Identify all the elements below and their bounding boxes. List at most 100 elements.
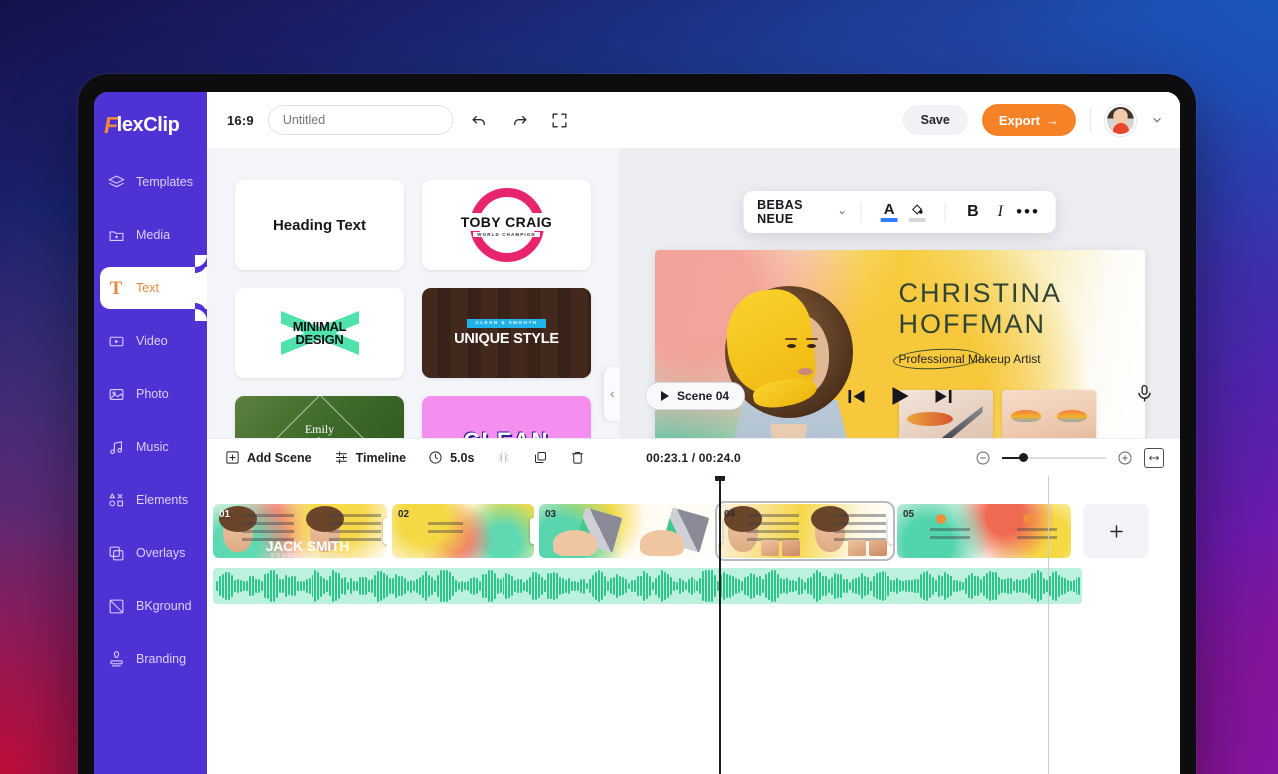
skip-previous-icon[interactable] xyxy=(848,389,865,404)
panel-collapse-handle[interactable] xyxy=(604,367,620,421)
clip-duration-label: 5.0s xyxy=(450,450,475,465)
split-clip-button[interactable] xyxy=(496,450,511,465)
clip-trim-handle[interactable] xyxy=(383,518,387,544)
app-logo[interactable]: FlexClip xyxy=(94,106,207,137)
toolbar-divider xyxy=(1090,108,1091,132)
folder-plus-icon xyxy=(107,226,125,244)
audio-waveform[interactable] xyxy=(213,568,1180,604)
template-card-unique-style[interactable]: CLEAN & SMOOTH UNIQUE STYLE xyxy=(422,288,591,378)
stamp-icon xyxy=(107,650,125,668)
clip-trim-handle[interactable] xyxy=(888,518,892,544)
sidebar-item-branding[interactable]: Branding xyxy=(94,638,207,680)
timeline-track-area[interactable]: 01 02 03 04 05 xyxy=(207,476,1180,774)
timeline-clip-04[interactable]: 04 xyxy=(715,501,895,561)
music-note-icon xyxy=(107,438,125,456)
timeline-clip-05[interactable]: 05 xyxy=(897,504,1071,558)
sidebar-item-overlays[interactable]: Overlays xyxy=(94,532,207,574)
duplicate-button[interactable] xyxy=(533,450,548,465)
playback-bar: Scene 04 xyxy=(619,376,1180,416)
transport-controls xyxy=(848,387,951,405)
app-logo-text: lexClip xyxy=(116,114,180,136)
italic-button[interactable]: I xyxy=(989,198,1012,226)
microphone-icon[interactable] xyxy=(1135,384,1154,408)
template-title: JACK SMITH SOUND DESIGNER xyxy=(265,537,350,560)
trash-icon xyxy=(572,452,584,464)
chevron-down-icon xyxy=(838,207,847,218)
background-grid-icon xyxy=(107,597,125,615)
sidebar-item-music[interactable]: Music xyxy=(94,426,207,468)
clip-boundary-marker xyxy=(1048,476,1049,774)
font-family-value: BEBAS NEUE xyxy=(757,198,803,226)
bold-button[interactable]: B xyxy=(961,198,984,226)
clip-number: 02 xyxy=(398,509,410,520)
audio-waveform-bars xyxy=(213,568,1082,604)
sidebar-item-media[interactable]: Media xyxy=(94,214,207,256)
toolbar-divider xyxy=(944,202,946,222)
minus-circle-icon[interactable] xyxy=(975,450,991,466)
timeline-label: Timeline xyxy=(355,450,407,465)
clip-trim-handle[interactable] xyxy=(530,518,534,544)
add-clip-button[interactable] xyxy=(1083,504,1149,558)
aspect-ratio-label[interactable]: 16:9 xyxy=(227,113,254,128)
sidebar-item-elements[interactable]: Elements xyxy=(94,479,207,521)
template-title: MINIMAL DESIGN xyxy=(293,320,347,347)
zoom-slider-knob[interactable] xyxy=(1019,453,1028,462)
sidebar-item-bkground[interactable]: BKground xyxy=(94,585,207,627)
sidebar-item-label: Elements xyxy=(136,493,189,507)
undo-arrow-icon[interactable] xyxy=(467,107,493,133)
export-arrow-icon: → xyxy=(1046,112,1059,128)
template-card-heading-text[interactable]: Heading Text xyxy=(235,180,404,270)
clip-number: 01 xyxy=(219,509,231,520)
plus-circle-icon[interactable] xyxy=(1117,450,1133,466)
font-family-selector[interactable]: BEBAS NEUE xyxy=(757,198,847,226)
chevron-down-icon[interactable] xyxy=(1150,113,1164,127)
sidebar-item-label: Music xyxy=(136,440,169,454)
delete-button[interactable] xyxy=(570,450,585,465)
timeline-clip-02[interactable]: 02 xyxy=(392,504,534,558)
copy-layers-icon xyxy=(107,544,125,562)
export-button[interactable]: Export → xyxy=(981,104,1076,136)
canvas-title[interactable]: CHRISTINA HOFFMAN xyxy=(899,278,1123,340)
device-frame: FlexClip Templates Media T Text Video Ph… xyxy=(78,74,1196,774)
add-scene-label: Add Scene xyxy=(247,450,312,465)
sidebar-item-templates[interactable]: Templates xyxy=(94,161,207,203)
redo-arrow-icon[interactable] xyxy=(507,107,533,133)
template-card-toby-craig[interactable]: TOBY CRAIG WORLD CHAMPION xyxy=(422,180,591,270)
text-color-glyph: A xyxy=(883,201,895,218)
fill-bucket-icon[interactable] xyxy=(905,198,928,226)
project-title-input[interactable] xyxy=(267,105,453,135)
timeline-button[interactable]: Timeline xyxy=(334,450,406,465)
save-button[interactable]: Save xyxy=(902,105,968,135)
template-line-1: Emily xyxy=(304,422,335,437)
image-icon xyxy=(107,385,125,403)
expand-icon[interactable] xyxy=(547,107,573,133)
canvas-subtitle[interactable]: Professional Makeup Artist xyxy=(892,346,1041,372)
clip-number: 05 xyxy=(903,509,915,520)
playhead-handle[interactable] xyxy=(714,476,725,481)
zoom-slider[interactable] xyxy=(1002,453,1106,462)
sidebar-item-video[interactable]: Video xyxy=(94,320,207,362)
template-line-2: Smith xyxy=(305,444,334,459)
avatar[interactable] xyxy=(1105,104,1136,136)
play-icon[interactable] xyxy=(891,387,908,405)
add-scene-button[interactable]: Add Scene xyxy=(225,450,312,465)
template-card-minimal-design[interactable]: MINIMAL DESIGN xyxy=(235,288,404,378)
timeline-toolbar: Add Scene Timeline 5.0s 00:23.1 / 00:24.… xyxy=(207,438,1180,476)
sidebar-item-text[interactable]: T Text xyxy=(100,255,207,321)
sidebar-item-photo[interactable]: Photo xyxy=(94,373,207,415)
text-color-a-icon[interactable]: A xyxy=(877,198,900,226)
sidebar-item-label: Text xyxy=(136,281,159,295)
bold-label: B xyxy=(967,203,979,220)
fit-width-icon[interactable] xyxy=(1144,447,1164,468)
clip-number: 03 xyxy=(545,509,557,520)
more-options-button[interactable]: ••• xyxy=(1016,198,1040,226)
clip-duration-button[interactable]: 5.0s xyxy=(428,450,474,465)
shapes-icon xyxy=(107,491,125,509)
skip-next-icon[interactable] xyxy=(934,389,951,404)
preview-stage: BEBAS NEUE A B I ••• CHRISTINA HOFFMAN P… xyxy=(619,148,1180,526)
playhead[interactable] xyxy=(714,476,725,774)
scene-selector[interactable]: Scene 04 xyxy=(645,382,746,410)
timeline-clip-03[interactable]: 03 xyxy=(539,504,713,558)
template-title-main: JACK SMITH xyxy=(265,537,350,554)
template-title: Heading Text xyxy=(272,216,367,234)
